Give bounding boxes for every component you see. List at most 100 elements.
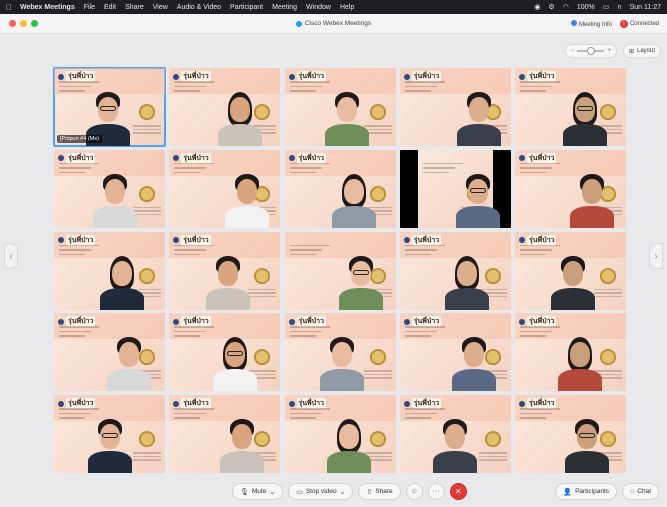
university-logo-icon [288, 318, 295, 325]
university-logo-icon [173, 73, 180, 80]
crest-emblem-icon [368, 104, 387, 122]
background-text-lines [520, 162, 560, 177]
meeting-info-button[interactable]: Meeting Info [570, 19, 612, 28]
connection-icon: ! [619, 19, 628, 28]
video-tile[interactable]: รุ่นพี่ป่าว [284, 395, 396, 473]
menu-participant[interactable]: Participant [230, 4, 263, 11]
wifi-icon[interactable]: ◠ [563, 3, 569, 11]
next-page-arrow[interactable]: › [649, 243, 663, 269]
video-tile[interactable]: รุ่นพี่ป่าว [54, 231, 165, 310]
menu-audio-video[interactable]: Audio & Video [177, 4, 221, 11]
stop-video-button[interactable]: ▭ Stop video ⌄ [288, 483, 354, 500]
close-window-button[interactable] [9, 20, 16, 27]
close-icon: ✕ [454, 487, 462, 496]
video-tile[interactable]: รุ่นพี่ป่าว [54, 395, 165, 473]
video-tile[interactable]: รุ่นพี่ป่าว [515, 231, 626, 310]
menu-window[interactable]: Window [306, 4, 331, 11]
zoom-out-icon[interactable]: − [571, 48, 575, 54]
crest-caption-lines [594, 288, 622, 300]
video-tile[interactable]: รุ่นพี่ป่าว [399, 395, 511, 473]
battery-icon[interactable]: ▭ [603, 3, 610, 11]
participant-video [86, 411, 134, 473]
more-options-button[interactable]: ··· [427, 483, 445, 500]
tile-size-slider[interactable]: − + [564, 44, 617, 58]
video-tile[interactable]: รุ่นพี่ป่าว [54, 149, 165, 228]
video-tile[interactable]: รุ่นพี่ป่าว [54, 313, 165, 392]
menu-meeting[interactable]: Meeting [272, 4, 297, 11]
video-tile[interactable]: รุ่นพี่ป่าว [284, 149, 396, 228]
video-tile[interactable]: รุ่นพี่ป่าว [169, 231, 281, 310]
university-logo-icon [403, 400, 410, 407]
layout-label: Layout [636, 48, 655, 54]
participants-button[interactable]: 👤 Participants [555, 483, 618, 500]
settings-icon[interactable]: ⚙ [548, 3, 554, 11]
video-tile[interactable]: รุ่นพี่ป่าว [515, 149, 626, 228]
crest-emblem-icon [138, 104, 156, 122]
menu-edit[interactable]: Edit [104, 4, 116, 11]
crest-emblem-icon [138, 185, 156, 204]
video-tile[interactable]: รุ่นพี่ป่าว [284, 68, 396, 146]
menu-share[interactable]: Share [125, 4, 144, 11]
end-meeting-button[interactable]: ✕ [449, 483, 467, 500]
video-tile[interactable] [284, 231, 396, 310]
video-tile[interactable]: รุ่นพี่ป่าว [399, 313, 511, 392]
chevron-right-icon: › [654, 250, 658, 262]
layout-button[interactable]: ⊞ Layout [622, 44, 661, 58]
menu-clock[interactable]: Sun 11:27 [630, 4, 661, 11]
webex-status-icon[interactable]: ◉ [534, 3, 540, 11]
background-text-lines [174, 408, 215, 422]
chevron-down-icon[interactable]: ⌄ [269, 488, 275, 496]
video-tile[interactable]: รุ่นพี่ป่าว [515, 68, 626, 146]
window-title: Cisco Webex Meetings [0, 20, 667, 27]
menu-help[interactable]: Help [340, 4, 354, 11]
minimize-window-button[interactable] [20, 20, 27, 27]
chevron-left-icon: ‹ [9, 250, 13, 262]
menu-file[interactable]: File [84, 4, 95, 11]
reactions-button[interactable]: ☺ [405, 483, 423, 500]
video-tile[interactable]: รุ่นพี่ป่าว [515, 313, 626, 392]
participant-video [568, 166, 616, 228]
video-tile[interactable]: รุ่นพี่ป่าว [169, 313, 281, 392]
connection-status[interactable]: ! Connected [619, 19, 659, 28]
participant-video [431, 411, 479, 473]
apple-icon[interactable]:  [6, 3, 12, 12]
video-tile[interactable]: รุ่นพี่ป่าว [399, 68, 511, 146]
participant-video [450, 329, 498, 392]
chat-button[interactable]: ○ Chat [622, 483, 659, 500]
video-tile[interactable]: รุ่นพี่ป่าว [169, 149, 281, 228]
video-tile[interactable]: รุ่นพี่ป่าว [Pnipun #4 (Me) [53, 67, 166, 147]
video-tile[interactable]: รุ่นพี่ป่าว [169, 395, 281, 473]
menu-status-area: ◉ ⚙ ◠ 100% ▭ ก Sun 11:27 [534, 2, 661, 13]
crest-caption-lines [363, 370, 392, 381]
share-button[interactable]: ⇧ Share [358, 483, 401, 500]
slider-track[interactable] [577, 47, 605, 55]
university-logo-icon [173, 400, 180, 407]
menu-view[interactable]: View [153, 4, 168, 11]
crest-caption-lines [248, 288, 277, 300]
background-text-lines [404, 244, 445, 259]
crest-emblem-icon [483, 431, 502, 449]
info-icon [570, 19, 577, 26]
video-tile[interactable]: รุ่นพี่ป่าว [515, 395, 626, 473]
participant-video [204, 248, 252, 310]
input-source-icon[interactable]: ก [617, 2, 621, 13]
zoom-in-icon[interactable]: + [607, 48, 611, 54]
chat-bubble-icon: ○ [630, 488, 635, 495]
menu-app-name[interactable]: Webex Meetings [20, 4, 75, 11]
previous-page-arrow[interactable]: ‹ [4, 243, 18, 269]
university-logo-icon [519, 318, 525, 325]
university-logo-icon [173, 318, 180, 325]
zoom-window-button[interactable] [31, 20, 38, 27]
video-tile[interactable]: รุ่นพี่ป่าว [284, 313, 396, 392]
glasses [102, 433, 118, 438]
participant-video [455, 84, 503, 146]
university-logo-icon [403, 318, 410, 325]
chevron-down-icon[interactable]: ⌄ [340, 488, 346, 496]
video-tile[interactable]: รุ่นพี่ป่าว [169, 68, 281, 146]
grid-layout-icon: ⊞ [628, 48, 634, 55]
video-tile[interactable] [399, 149, 511, 228]
mute-button[interactable]: 🎙 Mute ⌄ [232, 483, 284, 500]
glasses [100, 106, 116, 111]
video-tile[interactable]: รุ่นพี่ป่าว [399, 231, 511, 310]
university-logo-icon [403, 73, 410, 80]
